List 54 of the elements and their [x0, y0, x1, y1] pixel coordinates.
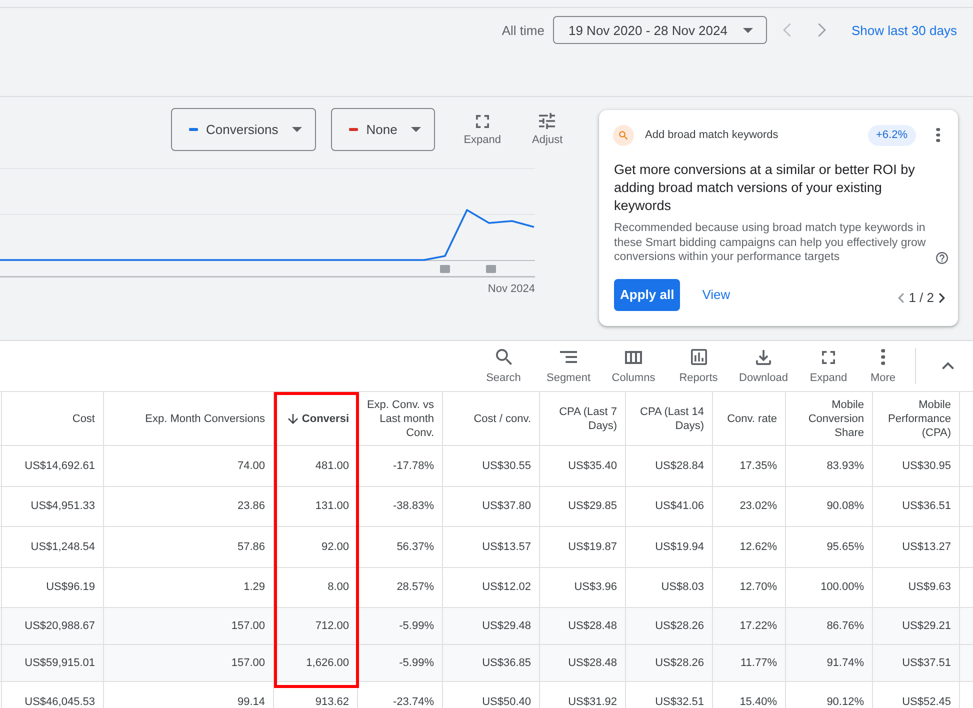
sort-arrow-icon [288, 414, 298, 424]
page-indicator: 1 / 2 [908, 290, 934, 305]
table-cell: -23.74% [358, 682, 443, 708]
search-button[interactable]: Search [471, 341, 536, 391]
metric-dropdown[interactable]: None [331, 108, 436, 151]
table-cell: US$46,045.53 [2, 682, 104, 708]
download-icon [756, 350, 771, 364]
table-cell: 99.14 [104, 682, 274, 708]
caret-icon [292, 127, 302, 132]
table-cell: US$52.45 [873, 682, 960, 708]
date-range-dropdown[interactable]: 19 Nov 2020 - 28 Nov 2024 [553, 16, 768, 44]
bar-chart-icon [690, 349, 706, 365]
search-icon [613, 124, 634, 146]
marker-icon[interactable] [440, 265, 450, 273]
fullscreen-icon [476, 114, 489, 128]
chevron-left-icon[interactable] [898, 292, 904, 302]
axis-label: Nov 2024 [488, 283, 535, 295]
range-label: All time [502, 22, 544, 38]
more-vert-icon [880, 349, 886, 365]
download-button[interactable]: Download [731, 341, 796, 391]
table-cell: US$32.51 [626, 682, 713, 708]
sliders-icon [539, 113, 556, 129]
table-cell: US$50.40 [443, 682, 540, 708]
lines-icon [560, 351, 577, 363]
reports-button[interactable]: Reports [666, 341, 731, 391]
search-icon [496, 349, 512, 365]
recommendation-title: Add broad match keywords [645, 129, 780, 141]
chevron-up-icon[interactable] [942, 362, 954, 370]
more-button[interactable]: More [861, 341, 905, 391]
uplift-badge: +6.2% [868, 124, 916, 146]
columns-button[interactable]: Columns [601, 341, 666, 391]
recommendation-description: Recommended because using broad match type keywords in these Smart bidding campaigns can help you effectively grow conversions within your performance targets [614, 221, 927, 264]
caret-icon [743, 28, 754, 32]
adjust-button[interactable]: Adjust [524, 108, 570, 147]
recommendation-headline: Get more conversions at a similar or better ROI by adding broad match versions of your existing keywords [614, 161, 916, 215]
more-vert-icon[interactable] [936, 128, 940, 142]
chevron-left-icon[interactable] [783, 23, 792, 37]
columns-icon [625, 350, 642, 364]
expand-button[interactable]: Expand [459, 108, 506, 147]
table-cell: 913.62 [274, 682, 358, 708]
date-shortcut-link[interactable]: Show last 30 days [851, 22, 957, 38]
segment-button[interactable]: Segment [536, 341, 601, 391]
help-icon[interactable] [936, 252, 948, 264]
table-cell: 15.40% [713, 682, 786, 708]
fullscreen-icon [822, 350, 835, 364]
table-cell: 90.12% [786, 682, 873, 708]
apply-all-button[interactable]: Apply all [614, 278, 680, 310]
expand-button[interactable]: Expand [796, 341, 861, 391]
chevron-right-icon[interactable] [939, 292, 945, 302]
metric-dropdown[interactable]: Conversions [171, 108, 316, 151]
view-link[interactable]: View [702, 287, 730, 302]
table-cell: US$31.92 [540, 682, 626, 708]
marker-icon[interactable] [486, 265, 496, 273]
caret-icon [411, 127, 422, 132]
